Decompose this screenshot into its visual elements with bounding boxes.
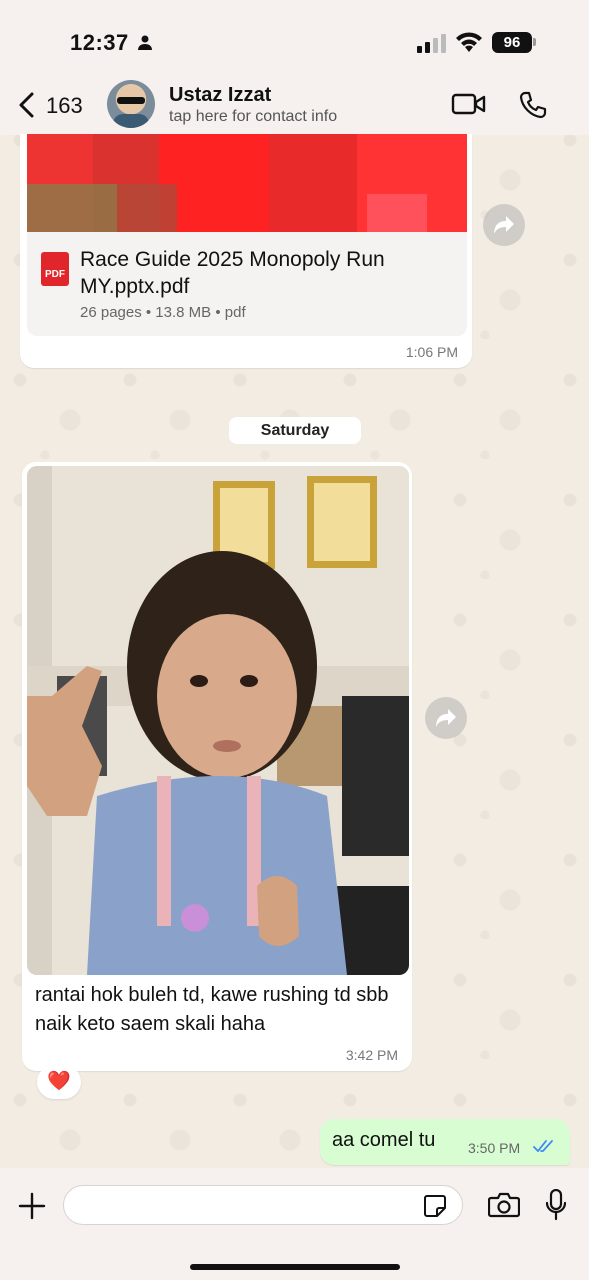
status-time: 12:37 bbox=[70, 30, 129, 55]
message-timestamp: 1:06 PM bbox=[405, 344, 458, 360]
message-timestamp: 3:50 PM bbox=[468, 1140, 521, 1156]
document-message-bubble[interactable]: PDF Race Guide 2025 Monopoly Run MY.pptx… bbox=[20, 134, 472, 368]
contact-avatar[interactable] bbox=[107, 80, 155, 128]
plus-attach-icon[interactable] bbox=[18, 1192, 46, 1220]
forward-arrow-icon bbox=[436, 709, 456, 727]
sticker-icon[interactable] bbox=[423, 1194, 447, 1218]
unread-count[interactable]: 163 bbox=[46, 93, 83, 119]
message-timestamp: 3:42 PM bbox=[345, 1047, 398, 1063]
forward-button[interactable] bbox=[425, 697, 467, 739]
document-card[interactable]: PDF Race Guide 2025 Monopoly Run MY.pptx… bbox=[27, 134, 467, 336]
home-indicator bbox=[190, 1264, 400, 1270]
video-call-icon[interactable] bbox=[451, 92, 487, 116]
status-bar: 12:37 96 bbox=[0, 0, 589, 80]
pdf-file-icon: PDF bbox=[41, 252, 69, 286]
person-icon bbox=[138, 35, 152, 50]
chat-header: 163 Ustaz Izzat tap here for contact inf… bbox=[0, 80, 589, 135]
battery-tip bbox=[533, 38, 536, 46]
message-input[interactable] bbox=[63, 1185, 463, 1225]
wifi-icon bbox=[456, 32, 482, 52]
forward-button[interactable] bbox=[483, 204, 525, 246]
voice-call-icon[interactable] bbox=[518, 90, 548, 120]
shared-photo[interactable] bbox=[27, 466, 409, 975]
outgoing-message-text: aa comel tu bbox=[332, 1129, 436, 1151]
date-separator: Saturday bbox=[229, 417, 361, 444]
document-file-name: Race Guide 2025 Monopoly Run MY.pptx.pdf bbox=[80, 248, 385, 298]
camera-icon[interactable] bbox=[488, 1192, 520, 1218]
cellular-signal-icon bbox=[417, 34, 446, 53]
message-composer bbox=[0, 1168, 589, 1280]
document-meta: 26 pages • 13.8 MB • pdf bbox=[80, 304, 246, 321]
forward-arrow-icon bbox=[494, 216, 514, 234]
read-receipt-icon bbox=[533, 1140, 553, 1153]
heart-reaction[interactable]: ❤️ bbox=[37, 1065, 81, 1099]
photo-caption: rantai hok buleh td, kawe rushing td sbb… bbox=[35, 984, 389, 1035]
photo-message-bubble[interactable]: rantai hok buleh td, kawe rushing td sbb… bbox=[22, 462, 412, 1071]
microphone-icon[interactable] bbox=[545, 1189, 567, 1221]
contact-info-hint[interactable]: tap here for contact info bbox=[169, 108, 337, 126]
contact-name[interactable]: Ustaz Izzat bbox=[169, 84, 271, 107]
outgoing-message-bubble[interactable]: aa comel tu 3:50 PM bbox=[320, 1119, 570, 1165]
battery-indicator: 96 bbox=[492, 32, 532, 53]
back-chevron-icon[interactable] bbox=[16, 91, 36, 119]
document-preview-thumbnail bbox=[27, 134, 467, 232]
